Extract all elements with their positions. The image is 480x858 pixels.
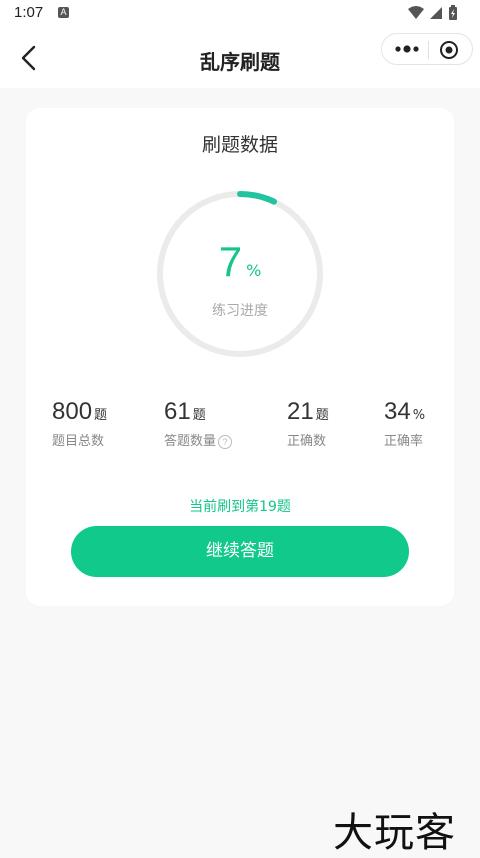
status-bar: 1:07 A — [0, 0, 480, 28]
progress-ring: 7% 练习进度 — [154, 188, 326, 360]
stat-unit: 题 — [94, 408, 108, 423]
close-target-icon[interactable] — [439, 40, 459, 60]
stats-card: 刷题数据 7% 练习进度 800 题 题目总数 61 题 答题数量? 21 题 正确数… — [26, 108, 454, 606]
stat-label: 题目总数 — [52, 434, 105, 449]
stat-label: 正确数 — [287, 434, 327, 449]
progress-unit: % — [246, 261, 262, 280]
stat-unit: 题 — [315, 408, 329, 423]
notification-a-icon: A — [58, 7, 69, 18]
capsule-divider — [428, 41, 429, 59]
card-title: 刷题数据 — [201, 134, 278, 156]
stat-value: 61 — [164, 398, 191, 425]
stat-value: 34 — [384, 398, 411, 425]
progress-label: 练习进度 — [212, 303, 268, 319]
stat-label: 正确率 — [384, 434, 424, 449]
progress-number: 7 — [218, 238, 243, 285]
more-icon[interactable] — [392, 41, 424, 57]
stat-value: 800 — [52, 398, 93, 425]
stat-total: 800 题 题目总数 — [52, 398, 107, 449]
status-icons — [408, 5, 457, 20]
battery-icon — [449, 5, 457, 20]
stat-unit: 题 — [192, 408, 206, 423]
current-question-text: 当前刷到第19题 — [189, 499, 291, 515]
stat-accuracy: 34% 正确率 — [384, 398, 425, 449]
nav-bar: 乱序刷题 — [0, 28, 480, 88]
miniprogram-capsule — [381, 33, 473, 65]
stat-label-row: 答题数量? — [164, 430, 233, 449]
progress-value: 7% — [154, 238, 326, 286]
help-icon[interactable]: ? — [218, 434, 233, 449]
wifi-icon — [408, 6, 424, 19]
continue-answering-button[interactable]: 继续答题 — [71, 526, 409, 577]
stat-answered: 61 题 答题数量? — [164, 398, 233, 449]
watermark-logo: 大玩客 — [333, 810, 456, 856]
signal-icon — [430, 7, 442, 19]
stats-row: 800 题 题目总数 61 题 答题数量? 21 题 正确数 34% 正确率 — [26, 398, 454, 468]
stat-unit: % — [412, 408, 426, 423]
stat-value: 21 — [287, 398, 314, 425]
stat-correct: 21 题 正确数 — [287, 398, 329, 449]
status-time: 1:07 — [14, 4, 44, 21]
stat-label: 答题数量 — [164, 434, 217, 449]
